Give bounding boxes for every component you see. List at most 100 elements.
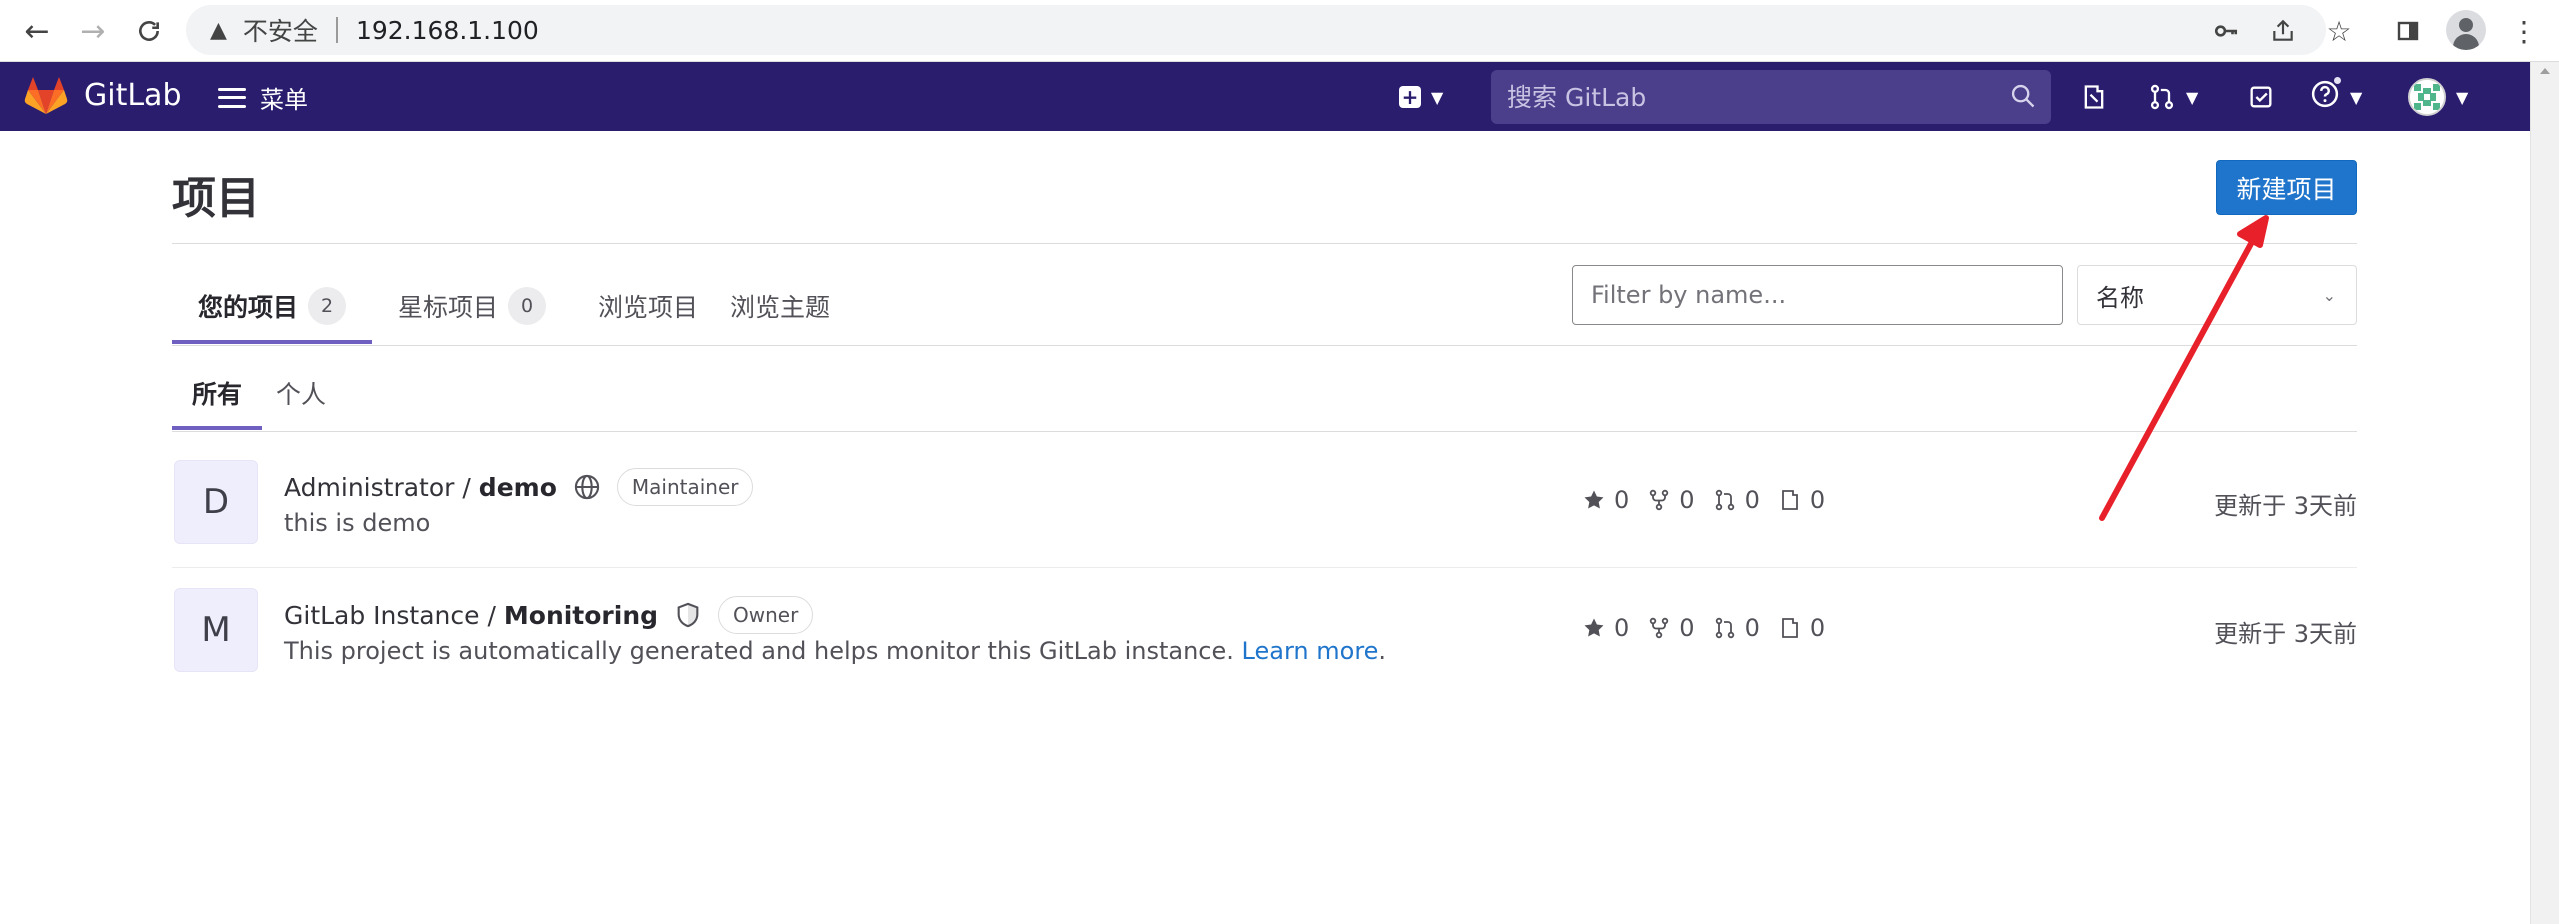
side-panel-icon[interactable] [2387,10,2429,52]
chevron-down-icon: ▼ [1431,87,1444,107]
chevron-down-icon: ▼ [2456,87,2469,107]
divider [172,431,2357,432]
issues-icon [1781,490,1798,510]
updated-time: 更新于 3天前 [2214,620,2357,648]
browser-profile-icon[interactable] [2446,10,2486,50]
back-arrow-icon[interactable]: ← [16,10,58,52]
page-title: 项目 [172,173,260,224]
filter-by-name[interactable] [1572,265,2063,325]
fork-icon [1650,489,1669,511]
new-project-button[interactable]: 新建项目 [2216,160,2357,215]
issues-icon[interactable] [2080,80,2108,114]
forks-value: 0 [1679,486,1695,514]
search-icon[interactable] [2009,82,2037,114]
project-namespace[interactable]: Administrator / [284,473,471,502]
star-icon [1584,618,1604,637]
tab-label: 星标项目 [398,293,499,322]
tab-your-projects[interactable]: 您的项目 2 [172,268,373,344]
merge-request-icon [2150,84,2174,110]
tab-label: 浏览主题 [730,293,831,322]
issues-count[interactable]: 0 [1778,614,1825,642]
issues-icon [1781,618,1798,638]
project-avatar[interactable]: M [174,588,258,672]
search-input[interactable] [1507,82,1977,112]
project-namespace[interactable]: GitLab Instance / [284,601,496,630]
issues-count[interactable]: 0 [1778,486,1825,514]
stars-value: 0 [1614,486,1630,514]
issues-value: 0 [1809,486,1826,514]
learn-more-link[interactable]: Learn more [1242,637,1379,665]
tab-explore-topics[interactable]: 浏览主题 [724,268,856,344]
help-dropdown[interactable]: ▼ [2310,75,2363,114]
subtab-all[interactable]: 所有 [172,356,263,430]
count-badge: 2 [308,287,347,325]
tab-starred-projects[interactable]: 星标项目 0 [372,268,572,344]
role-badge: Owner [718,596,814,634]
sort-value: 名称 [2096,283,2144,312]
global-search[interactable] [1491,70,2051,124]
browser-toolbar: ← → ▲ 不安全 192.168.1.100 ☆ ⋮ [0,0,2559,62]
project-description: this is demo [284,509,431,537]
insecure-label: 不安全 [242,17,318,46]
reload-icon[interactable] [128,10,170,52]
project-avatar[interactable]: D [174,460,258,544]
divider [172,243,2357,244]
merge-requests-value: 0 [1744,486,1760,514]
address-bar[interactable]: ▲ 不安全 192.168.1.100 [186,5,2326,55]
project-name-link[interactable]: demo [479,473,557,502]
chevron-down-icon: ▼ [2350,87,2363,107]
stars-count[interactable]: 0 [1582,614,1629,642]
subtab-personal[interactable]: 个人 [262,356,338,430]
share-icon[interactable] [2262,10,2304,52]
bookmark-star-icon[interactable]: ☆ [2318,10,2360,52]
filter-input[interactable] [1591,281,2041,309]
project-title: GitLab Instance / Monitoring Owner [284,596,814,634]
forks-count[interactable]: 0 [1647,614,1695,642]
fork-icon [1650,617,1669,639]
project-row: D Administrator / demo Maintainer this i… [172,440,2357,568]
forks-count[interactable]: 0 [1647,486,1695,514]
todo-icon[interactable] [2247,80,2275,114]
more-menu-icon[interactable]: ⋮ [2503,10,2545,52]
page-scrollbar[interactable] [2530,62,2559,924]
merge-request-icon [1715,617,1734,639]
sort-dropdown[interactable]: 名称 ⌄ [2077,265,2357,325]
merge-requests-count[interactable]: 0 [1713,614,1760,642]
tab-label: 浏览项目 [598,293,699,322]
count-badge: 0 [508,287,547,325]
tab-explore-projects[interactable]: 浏览项目 [572,268,724,344]
user-menu-dropdown[interactable]: ▼ [2408,78,2469,116]
main-menu-label: 菜单 [260,86,308,114]
project-stats: 0 0 0 0 [1582,614,1843,642]
main-menu-button[interactable]: 菜单 [218,80,308,115]
project-name-link[interactable]: Monitoring [504,601,658,630]
project-row: M GitLab Instance / Monitoring Owner Thi… [172,568,2357,696]
warning-icon: ▲ [210,17,227,43]
divider [172,345,2357,346]
project-description: This project is automatically generated … [284,637,1386,665]
description-period: . [1378,637,1387,665]
chevron-down-icon: ⌄ [2322,285,2336,305]
merge-requests-value: 0 [1744,614,1760,642]
forward-arrow-icon[interactable]: → [72,10,114,52]
key-icon[interactable] [2205,10,2247,52]
gitlab-logo-icon[interactable] [24,76,68,120]
gitlab-brand[interactable]: GitLab [84,78,182,113]
merge-requests-dropdown[interactable]: ▼ [2148,80,2198,114]
new-item-dropdown[interactable]: + ▼ [1399,80,1443,114]
updated-time: 更新于 3天前 [2214,492,2357,520]
merge-requests-count[interactable]: 0 [1713,486,1760,514]
user-avatar [2408,78,2446,116]
gitlab-top-bar: GitLab 菜单 + ▼ ▼ ▼ [0,62,2530,131]
hamburger-icon [218,87,246,108]
forks-value: 0 [1679,614,1695,642]
stars-value: 0 [1614,614,1630,642]
project-title: Administrator / demo Maintainer [284,468,754,506]
stars-count[interactable]: 0 [1582,486,1629,514]
project-stats: 0 0 0 0 [1582,486,1843,514]
issues-value: 0 [1809,614,1826,642]
globe-icon [573,473,601,501]
scroll-up-arrow-icon[interactable] [2540,68,2550,74]
role-badge: Maintainer [616,468,754,506]
url-text[interactable]: 192.168.1.100 [356,16,539,45]
